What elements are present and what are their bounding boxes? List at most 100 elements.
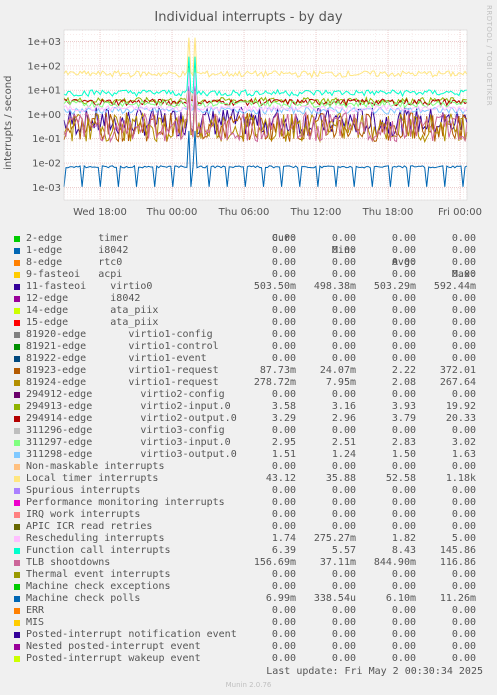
legend-label: Posted-interrupt wakeup event <box>26 653 201 664</box>
legend-max-value: 1.18k <box>445 473 476 484</box>
legend-swatch <box>14 332 20 338</box>
legend-max-value: 0.00 <box>451 341 476 352</box>
munin-version: Munin 2.0.76 <box>225 681 272 689</box>
x-tick-label: Fri 00:00 <box>438 207 482 218</box>
legend-swatch <box>14 500 20 506</box>
legend-swatch <box>14 284 20 290</box>
legend-max-value: 145.86 <box>439 545 476 556</box>
legend-swatch <box>14 416 20 422</box>
legend-swatch <box>14 608 20 614</box>
legend-swatch <box>14 548 20 554</box>
legend-row: 14-edge ata_piix 0.00 0.00 0.00 0.00 <box>0 305 497 317</box>
legend-header: Cur: Min: Avg: Max: <box>0 221 497 280</box>
legend-swatch <box>14 272 20 278</box>
legend-label: TLB shootdowns <box>26 557 111 568</box>
legend-swatch <box>14 380 20 386</box>
legend-label: 311298-edge virtio3-output.0 <box>26 449 237 460</box>
legend-row: Spurious interrupts 0.00 0.00 0.00 0.00 <box>0 485 497 497</box>
legend-swatch <box>14 368 20 374</box>
legend-swatch <box>14 356 20 362</box>
legend-label: 12-edge i8042 <box>26 293 141 304</box>
legend-swatch <box>14 572 20 578</box>
last-update: Last update: Fri May 2 00:30:34 2025 <box>266 666 483 677</box>
legend-row: Posted-interrupt wakeup event 0.00 0.00 0.0… <box>0 653 497 665</box>
legend-max-value: 20.33 <box>445 413 476 424</box>
x-tick-label: Thu 06:00 <box>218 207 270 218</box>
legend-row: APIC ICR read retries 0.00 0.00 0.00 0.00 <box>0 521 497 533</box>
legend-max-value: 5.00 <box>451 533 476 544</box>
legend-label: 15-edge ata_piix <box>26 317 159 328</box>
x-tick-label: Wed 18:00 <box>73 207 127 218</box>
legend-label: 14-edge ata_piix <box>26 305 159 316</box>
legend-max-value: 0.00 <box>451 317 476 328</box>
legend-label: 311297-edge virtio3-input.0 <box>26 437 231 448</box>
legend-swatch <box>14 236 20 242</box>
legend-row: Local timer interrupts 43.12 35.88 52.58 1.1… <box>0 473 497 485</box>
legend-row: 81923-edge virtio1-request 87.73m 24.07m 2.… <box>0 365 497 377</box>
legend-row: 311296-edge virtio3-config 0.00 0.00 0.00 0.… <box>0 425 497 437</box>
legend-max-value: 0.00 <box>451 233 476 244</box>
legend-label: MIS <box>26 617 45 628</box>
legend-max-value: 0.00 <box>451 629 476 640</box>
legend-max-value: 0.00 <box>451 569 476 580</box>
legend-swatch <box>14 488 20 494</box>
legend-label: APIC ICR read retries <box>26 521 153 532</box>
legend-swatch <box>14 584 20 590</box>
legend-max-value: 0.00 <box>451 257 476 268</box>
legend-label: 81921-edge virtio1-control <box>26 341 219 352</box>
legend-row: 12-edge i8042 0.00 0.00 0.00 0.00 <box>0 293 497 305</box>
legend-max-value: 0.00 <box>451 329 476 340</box>
legend-swatch <box>14 452 20 458</box>
legend-row: 81921-edge virtio1-control 0.00 0.00 0.00 0.… <box>0 341 497 353</box>
legend-label: Performance monitoring interrupts <box>26 497 225 508</box>
legend-row: 294912-edge virtio2-config 0.00 0.00 0.00 0.… <box>0 389 497 401</box>
legend-label: ERR <box>26 605 45 616</box>
legend-max-value: 267.64 <box>439 377 476 388</box>
legend-row: Machine check exceptions 0.00 0.00 0.00 0.00 <box>0 581 497 593</box>
legend-max-value: 1.63 <box>451 449 476 460</box>
y-tick-label: 1e+02 <box>27 61 61 72</box>
legend-label: Machine check exceptions <box>26 581 171 592</box>
legend-label: IRQ work interrupts <box>26 509 141 520</box>
legend-row: TLB shootdowns 156.69m 37.11m 844.90m 116.86 <box>0 557 497 569</box>
legend-max-value: 19.92 <box>445 401 476 412</box>
legend-swatch <box>14 440 20 446</box>
legend-row: 311298-edge virtio3-output.0 1.51 1.24 1.50… <box>0 449 497 461</box>
x-tick-label: Thu 12:00 <box>290 207 342 218</box>
legend-swatch <box>14 560 20 566</box>
legend-row: 294913-edge virtio2-input.0 3.58 3.16 3.93 1… <box>0 401 497 413</box>
legend-swatch <box>14 632 20 638</box>
legend-max-value: 0.00 <box>451 245 476 256</box>
legend-swatch <box>14 656 20 662</box>
legend-swatch <box>14 392 20 398</box>
legend-label: Nested posted-interrupt event <box>26 641 201 652</box>
legend-swatch <box>14 536 20 542</box>
legend-swatch <box>14 308 20 314</box>
legend-swatch <box>14 512 20 518</box>
legend-row: 311297-edge virtio3-input.0 2.95 2.51 2.83 3… <box>0 437 497 449</box>
legend-row: 81922-edge virtio1-event 0.00 0.00 0.00 0.00 <box>0 353 497 365</box>
legend-max-value: 11.26m <box>439 593 476 604</box>
legend-max-value: 0.00 <box>451 389 476 400</box>
legend-label: 81923-edge virtio1-request <box>26 365 219 376</box>
legend-max-value: 0.00 <box>451 605 476 616</box>
legend-max-value: 0.00 <box>451 653 476 664</box>
legend-max-value: 0.00 <box>451 461 476 472</box>
legend-swatch <box>14 248 20 254</box>
legend-label: 81924-edge virtio1-request <box>26 377 219 388</box>
legend-max-value: 0.00 <box>451 305 476 316</box>
y-tick-label: 1e-01 <box>32 134 61 145</box>
legend-row: 8-edge rtc0 0.00 0.00 0.00 0.00 <box>0 257 497 269</box>
legend-max-value: 116.86 <box>439 557 476 568</box>
legend-swatch <box>14 344 20 350</box>
legend-row: 11-fasteoi virtio0 503.50m 498.38m 503.29m 5… <box>0 281 497 293</box>
legend-swatch <box>14 476 20 482</box>
legend-max-value: 0.00 <box>451 641 476 652</box>
legend-label: 1-edge i8042 <box>26 245 129 256</box>
legend-row: 1-edge i8042 0.00 0.00 0.00 0.00 <box>0 245 497 257</box>
legend-row: 15-edge ata_piix 0.00 0.00 0.00 0.00 <box>0 317 497 329</box>
legend-swatch <box>14 524 20 530</box>
legend-max-value: 0.00 <box>451 269 476 280</box>
y-tick-label: 1e+03 <box>27 37 61 48</box>
legend-max-value: 0.00 <box>451 425 476 436</box>
